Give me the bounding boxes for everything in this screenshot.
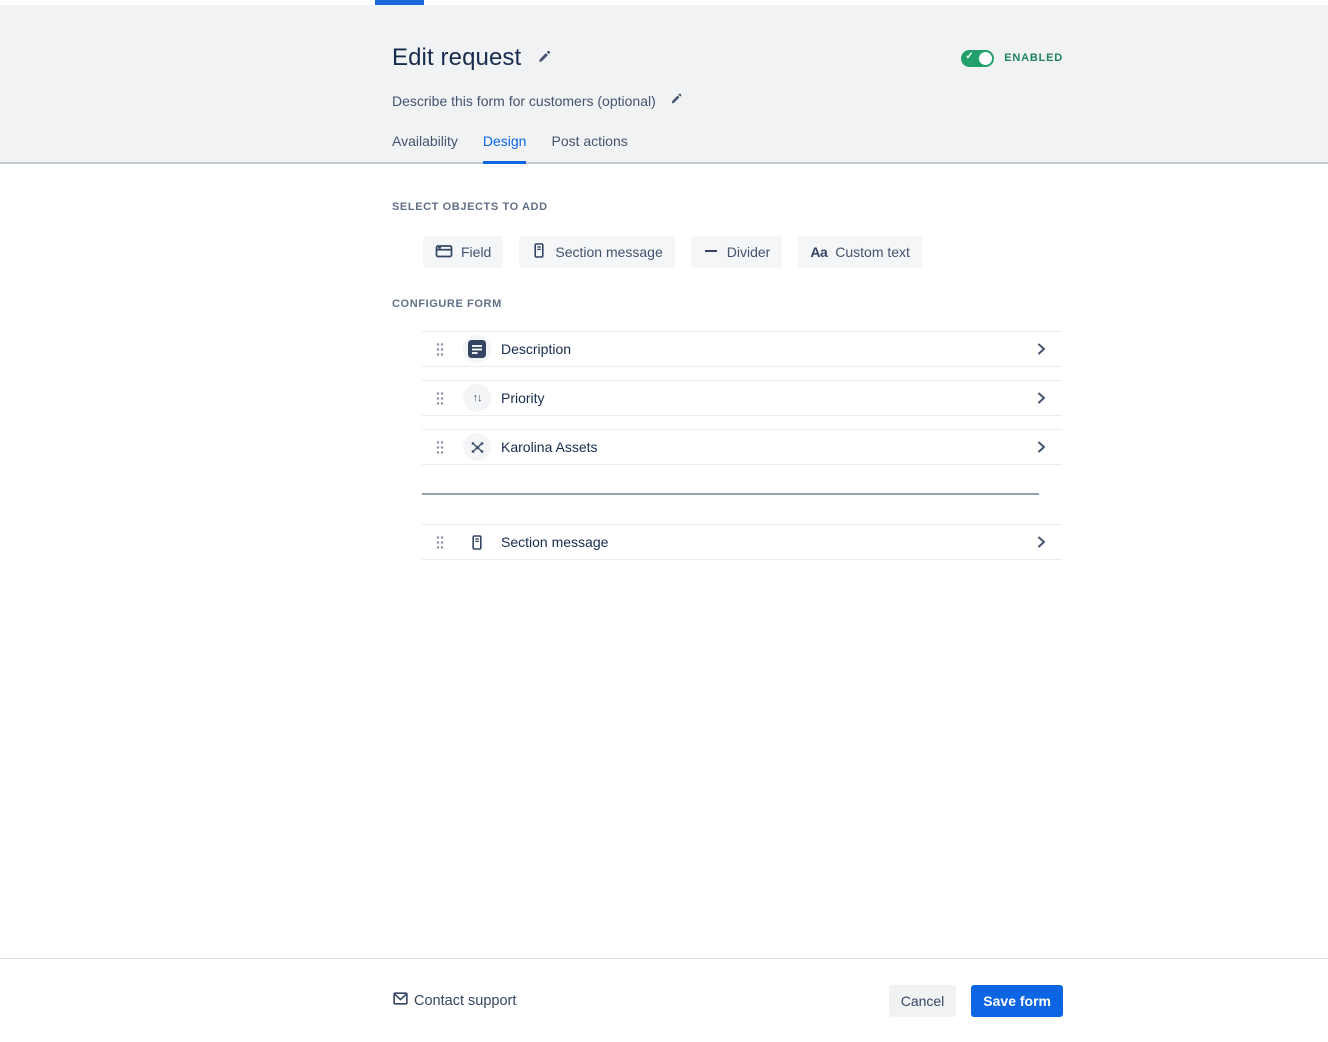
page-title: Edit request xyxy=(392,43,521,73)
custom-text-icon: Aa xyxy=(810,244,827,260)
edit-title-button[interactable] xyxy=(534,47,554,70)
check-icon: ✓ xyxy=(965,51,973,62)
cancel-button[interactable]: Cancel xyxy=(889,985,957,1017)
drag-handle-icon[interactable] xyxy=(434,389,446,408)
divider-icon xyxy=(703,243,719,262)
footer-actions: Cancel Save form xyxy=(889,985,1063,1017)
form-item-priority[interactable]: ↑↓ Priority xyxy=(422,380,1062,416)
toggle-knob xyxy=(979,52,992,65)
field-icon xyxy=(435,243,453,262)
add-divider-button[interactable]: Divider xyxy=(691,236,783,268)
section-message-icon xyxy=(531,242,547,262)
section-message-icon xyxy=(463,528,491,556)
drag-handle-icon[interactable] xyxy=(434,438,446,457)
divider-line xyxy=(422,493,1039,495)
enabled-toggle-group: ✓ ENABLED xyxy=(961,50,1063,67)
chevron-right-icon xyxy=(1034,440,1048,454)
envelope-icon xyxy=(392,990,409,1011)
chevron-right-icon xyxy=(1034,535,1048,549)
form-description-placeholder[interactable]: Describe this form for customers (option… xyxy=(392,93,656,109)
form-item-description[interactable]: Description xyxy=(422,331,1062,367)
add-field-button[interactable]: Field xyxy=(423,236,503,268)
design-panel: SELECT OBJECTS TO ADD Field Section mess… xyxy=(0,164,1328,958)
form-item-label: Priority xyxy=(501,390,1034,406)
drag-handle-icon[interactable] xyxy=(434,340,446,359)
contact-support-link[interactable]: Contact support xyxy=(392,990,516,1011)
description-icon xyxy=(463,335,491,363)
form-header: Edit request ✓ ENABLED Describe this for… xyxy=(0,5,1328,164)
form-item-section-message[interactable]: Section message xyxy=(422,524,1062,560)
add-custom-text-button[interactable]: Aa Custom text xyxy=(798,236,922,268)
pencil-icon xyxy=(669,92,683,109)
form-item-karolina-assets[interactable]: Karolina Assets xyxy=(422,429,1062,465)
priority-icon: ↑↓ xyxy=(463,384,491,412)
enabled-toggle[interactable]: ✓ xyxy=(961,50,994,67)
form-item-label: Description xyxy=(501,341,1034,357)
object-buttons-row: Field Section message Divider Aa Custom … xyxy=(423,236,1063,268)
form-item-divider[interactable] xyxy=(422,493,1039,495)
assets-icon xyxy=(463,433,491,461)
form-item-label: Section message xyxy=(501,534,1034,550)
footer-bar: Contact support Cancel Save form xyxy=(0,958,1328,1042)
pencil-icon xyxy=(536,49,552,68)
form-items-list: Description ↑↓ Priority xyxy=(422,331,1062,560)
drag-handle-icon[interactable] xyxy=(434,533,446,552)
chevron-right-icon xyxy=(1034,342,1048,356)
form-tabs: Availability Design Post actions xyxy=(392,133,628,164)
tab-design[interactable]: Design xyxy=(483,133,527,164)
save-form-button[interactable]: Save form xyxy=(971,985,1063,1017)
select-objects-heading: SELECT OBJECTS TO ADD xyxy=(392,201,1063,213)
tab-availability[interactable]: Availability xyxy=(392,133,458,164)
configure-form-heading: CONFIGURE FORM xyxy=(392,298,1063,310)
enabled-label: ENABLED xyxy=(1004,52,1063,64)
form-item-label: Karolina Assets xyxy=(501,439,1034,455)
add-section-message-button[interactable]: Section message xyxy=(519,236,674,268)
tab-post-actions[interactable]: Post actions xyxy=(551,133,627,164)
chevron-right-icon xyxy=(1034,391,1048,405)
edit-description-button[interactable] xyxy=(667,90,685,111)
